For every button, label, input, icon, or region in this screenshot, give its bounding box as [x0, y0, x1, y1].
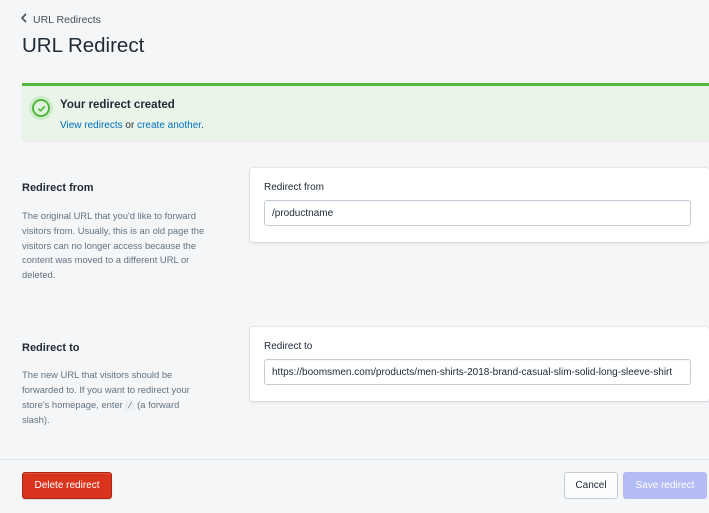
redirect-to-label: Redirect to	[264, 341, 313, 352]
breadcrumb[interactable]: URL Redirects	[20, 13, 101, 26]
breadcrumb-label: URL Redirects	[33, 13, 101, 26]
redirect-to-description: The new URL that visitors should be forw…	[22, 369, 190, 426]
redirect-from-label: Redirect from	[264, 182, 325, 193]
page-title: URL Redirect	[22, 34, 145, 57]
footer-divider	[0, 459, 709, 460]
success-banner: Your redirect created View redirects or …	[22, 83, 709, 140]
banner-connector: or	[125, 120, 135, 131]
banner-body: View redirects or create another.	[60, 120, 204, 131]
redirect-to-input[interactable]: https://boomsmen.com/products/men-shirts…	[264, 359, 691, 385]
checkmark-circle-icon	[32, 99, 50, 117]
save-redirect-button[interactable]: Save redirect	[623, 472, 707, 499]
banner-title: Your redirect created	[60, 99, 175, 111]
delete-redirect-button[interactable]: Delete redirect	[22, 472, 112, 499]
cancel-button[interactable]: Cancel	[564, 472, 618, 499]
chevron-left-icon	[20, 13, 28, 26]
redirect-to-heading: Redirect to	[22, 342, 80, 354]
redirect-from-description: The original URL that you'd like to forw…	[22, 210, 205, 281]
forward-slash-code: /	[125, 400, 135, 411]
redirect-from-heading: Redirect from	[22, 182, 94, 194]
view-redirects-link[interactable]: View redirects	[60, 120, 123, 131]
banner-period: .	[201, 120, 204, 131]
redirect-from-input[interactable]: /productname	[264, 200, 691, 226]
redirect-from-card: Redirect from /productname	[250, 168, 709, 242]
create-another-link[interactable]: create another	[137, 120, 201, 131]
redirect-to-card: Redirect to https://boomsmen.com/product…	[250, 327, 709, 401]
